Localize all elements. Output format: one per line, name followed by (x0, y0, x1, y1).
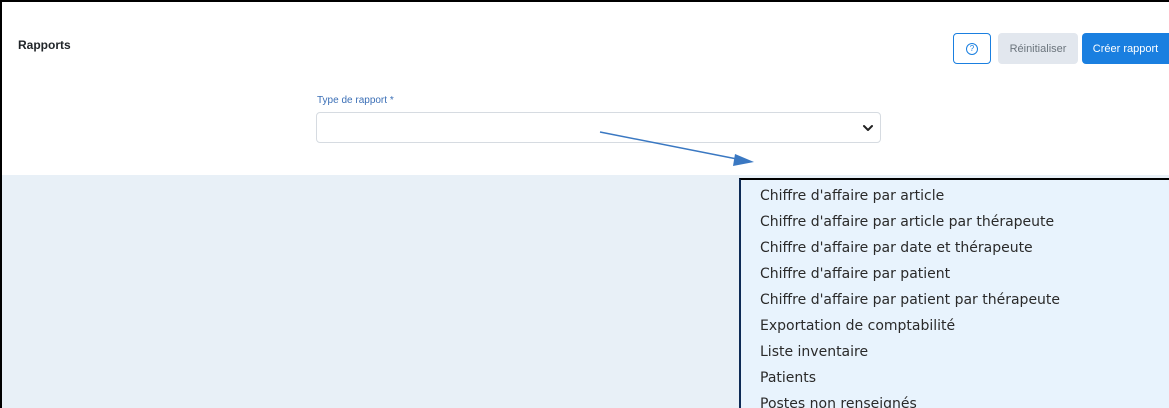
dropdown-option[interactable]: Patients (760, 370, 816, 386)
dropdown-option[interactable]: Chiffre d'affaire par patient par thérap… (760, 292, 1060, 308)
reset-button[interactable]: Réinitialiser (998, 33, 1078, 64)
dropdown-option[interactable]: Chiffre d'affaire par patient (760, 266, 950, 282)
create-report-button[interactable]: Créer rapport (1082, 33, 1169, 64)
dropdown-option[interactable]: Liste inventaire (760, 344, 868, 360)
dropdown-option[interactable]: Postes non renseignés (760, 396, 917, 408)
dropdown-option[interactable]: Chiffre d'affaire par article (760, 188, 944, 204)
dropdown-option[interactable]: Chiffre d'affaire par article par thérap… (760, 214, 1054, 230)
chevron-down-icon (863, 125, 873, 131)
dropdown-option[interactable]: Exportation de comptabilité (760, 318, 955, 334)
report-header-panel: Rapports ? Réinitialiser Créer rapport T… (2, 2, 1169, 175)
dropdown-option[interactable]: Chiffre d'affaire par date et thérapeute (760, 240, 1033, 256)
report-type-dropdown-list[interactable]: Chiffre d'affaire par article Chiffre d'… (739, 178, 1169, 408)
screenshot-frame: Rapports ? Réinitialiser Créer rapport T… (0, 0, 1169, 408)
report-type-label: Type de rapport * (317, 95, 394, 106)
report-type-select[interactable] (316, 112, 881, 143)
help-button[interactable]: ? (953, 33, 991, 64)
page-title: Rapports (18, 38, 71, 52)
question-circle-icon: ? (966, 42, 978, 55)
